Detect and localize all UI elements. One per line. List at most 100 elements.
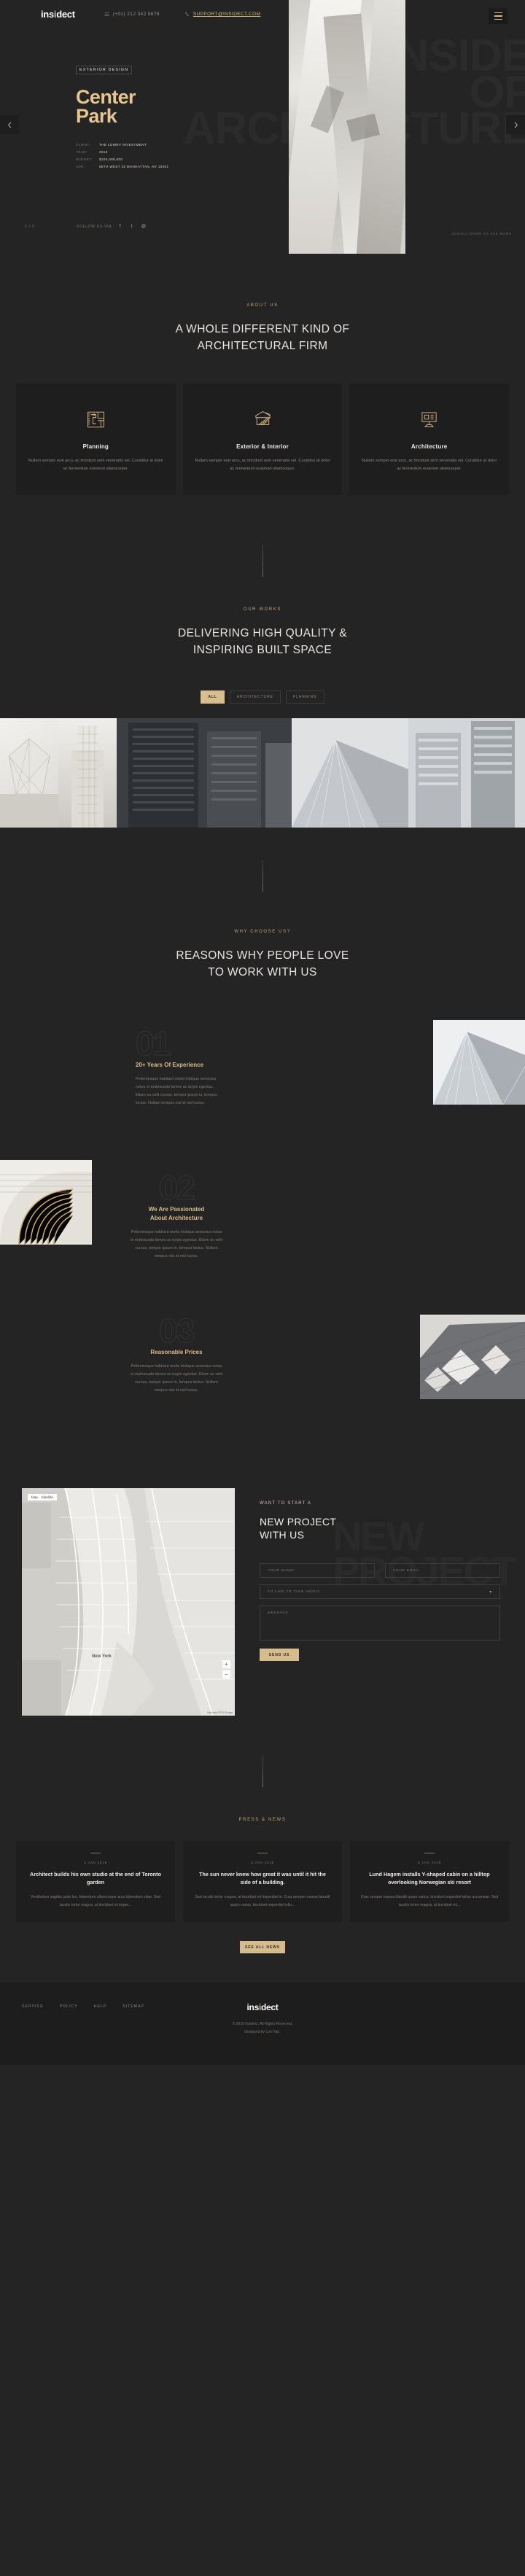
works-filter-architecture[interactable]: ARCHITECTURE (229, 690, 281, 704)
press-card-body: Sed iaculis tortor magna, at tincidunt m… (195, 1895, 330, 1907)
logo[interactable]: insidect (41, 9, 75, 20)
press-card-body: Cras semper massa blandit quam varius, t… (360, 1895, 499, 1907)
section-divider (262, 860, 263, 892)
why-item-title: 20+ Years Of Experience (136, 1062, 204, 1068)
hero-category-badge: EXTERIOR DESIGN (76, 66, 133, 74)
why-eyebrow: WHY CHOOSE US? (234, 930, 291, 934)
gallery-item[interactable] (0, 718, 58, 828)
map-zoom-in-button[interactable]: + (222, 1660, 230, 1668)
location-map[interactable]: New York Map Satellite + − Map data ©201… (22, 1488, 235, 1716)
footer-designer-text: Designed by Lee Hari. (244, 2030, 281, 2034)
page-root: insidect (+01) 212 342 5678 SUPPORT@INSI… (0, 0, 525, 2065)
gallery-item[interactable] (58, 718, 117, 828)
map-zoom-out-button[interactable]: − (222, 1670, 230, 1678)
hero-meta-row: ADD: 55TH WEST 32 MANHATTAN, NY 10001 (76, 163, 168, 171)
press-card-title: Architect builds his own studio at the e… (30, 1871, 161, 1886)
footer-copyright-text: © 2018 Insidect. All Rights Reserved. (232, 2022, 293, 2026)
why-item-title-line2: About Architecture (149, 1215, 203, 1221)
gallery-item[interactable] (117, 718, 292, 828)
hero-meta-key: CLIENT: (76, 143, 90, 147)
service-card-title: Planning (82, 443, 109, 450)
email-input[interactable]: YOUR EMAIL (385, 1563, 500, 1578)
section-divider (262, 545, 263, 577)
press-card-date: 3 JAN 2018 (83, 1861, 107, 1864)
press-card[interactable]: 3 JAN 2018 Architect builds his own stud… (16, 1841, 175, 1922)
why-item-content: 01 20+ Years Of Experience Pellentesque … (136, 1027, 223, 1108)
service-card[interactable]: 01 Planning Nullam semper erat arcu, ac … (16, 384, 176, 495)
why-item-image (420, 1315, 525, 1399)
name-input[interactable]: YOUR NAME* (260, 1563, 375, 1578)
chevron-right-icon (514, 121, 518, 128)
hero-meta-key: YEAR: (76, 150, 88, 154)
topic-select[interactable]: TO LIKE TO TAKE ABOUT: ▾ (260, 1584, 500, 1599)
message-textarea[interactable]: MESSAGE (260, 1606, 500, 1641)
why-item-number: 03 (159, 1312, 195, 1350)
header-phone[interactable]: (+01) 212 342 5678 (104, 12, 160, 17)
press-card-title: The sun never knew how great it was unti… (199, 1871, 326, 1886)
follow-label: FOLLOW US VIA (77, 225, 112, 229)
interior-icon (193, 404, 332, 435)
hero-slide-counter: 2 / 3 (25, 225, 35, 229)
contact-title: NEW PROJECT WITH US (260, 1515, 500, 1541)
works-filter-planning[interactable]: PLANNING (285, 690, 324, 704)
send-button[interactable]: SEND US (260, 1649, 299, 1661)
map-type-satellite[interactable]: Satellite (42, 1495, 53, 1499)
works-filter-all[interactable]: ALL (201, 690, 225, 704)
hero-meta-value: THE LOWRY INVESTMENT (99, 143, 147, 147)
header-email[interactable]: SUPPORT@INSIDECT.COM (184, 12, 261, 17)
menu-icon-bar (494, 18, 502, 20)
contact-form-block: NEW PROJECT WANT TO START A NEW PROJECT … (260, 1501, 516, 1661)
why-item-content: 02 We Are Passionated About Architecture… (130, 1169, 223, 1261)
hero-content: EXTERIOR DESIGN Center Park CLIENT: THE … (76, 61, 168, 171)
menu-icon-bar (494, 12, 502, 14)
topic-select-value: TO LIKE TO TAKE ABOUT: (268, 1589, 322, 1594)
twitter-icon[interactable]: t (129, 224, 135, 230)
why-item-number: 02 (159, 1169, 195, 1207)
footer-copyright: © 2018 Insidect. All Rights Reserved. De… (0, 2020, 525, 2036)
contact-eyebrow: WANT TO START A (260, 1501, 312, 1506)
map-type-chip[interactable]: Map Satellite (28, 1494, 57, 1501)
map-type-map[interactable]: Map (31, 1495, 38, 1499)
why-item-title: We Are Passionated About Architecture (130, 1205, 223, 1223)
gallery-item[interactable] (408, 718, 525, 828)
works-title-line1: DELIVERING HIGH QUALITY & (178, 627, 347, 639)
instagram-icon[interactable]: @ (141, 224, 147, 230)
gallery-item[interactable] (292, 718, 408, 828)
service-card[interactable]: 02 Exterior & Interior Nullam semper era… (182, 384, 343, 495)
why-item: 03 Reasonable Prices Pellentesque habita… (0, 1306, 525, 1452)
press-card[interactable]: 8 JAN 2018 Lund Hagem installs Y-shaped … (350, 1841, 509, 1922)
menu-button[interactable] (489, 8, 508, 24)
hero-meta-row: YEAR: 2018 (76, 149, 168, 156)
why-item-title-line1: We Are Passionated (148, 1206, 205, 1213)
site-footer: SERVICE POLICY HELP SITEMAP insidect © 2… (0, 1982, 525, 2065)
press-card-body: Vestibulum sagittis justo leo, bibendum … (30, 1895, 161, 1907)
why-item-text: Pellentesque habitant morbi tristique se… (130, 1230, 223, 1258)
hero-meta-row: BUDGET: $100,000,000 (76, 156, 168, 163)
why-title-line2: TO WORK WITH US (208, 966, 317, 978)
see-all-news-button[interactable]: SEE ALL NEWS (240, 1941, 285, 1953)
contact-title-line1: NEW PROJECT (260, 1516, 337, 1528)
facebook-icon[interactable]: f (117, 224, 123, 230)
about-title: A WHOLE DIFFERENT KIND OF ARCHITECTURAL … (0, 321, 525, 354)
section-divider (262, 1755, 263, 1787)
service-card-title: Architecture (411, 443, 448, 450)
footer-logo[interactable]: insidect (0, 2002, 525, 2012)
hero-image (289, 0, 405, 254)
press-card[interactable]: 3 JAN 2018 The sun never knew how great … (183, 1841, 342, 1922)
about-section: ABOUT US A WHOLE DIFFERENT KIND OF ARCHI… (0, 257, 525, 495)
hero-title-line1: Center (76, 86, 136, 108)
hero-title: Center Park (76, 86, 168, 126)
hero-next-button[interactable] (506, 115, 525, 134)
hero-prev-button[interactable] (0, 115, 19, 134)
logo-text-post: dect (56, 8, 75, 20)
site-header: insidect (+01) 212 342 5678 SUPPORT@INSI… (0, 0, 525, 28)
why-item-title: Reasonable Prices (150, 1349, 203, 1355)
header-email-link[interactable]: SUPPORT@INSIDECT.COM (193, 12, 261, 17)
footer-logo-pre: ins (246, 2002, 260, 2012)
why-item-content: 03 Reasonable Prices Pellentesque habita… (130, 1312, 223, 1395)
press-card-title: Lund Hagem installs Y-shaped cabin on a … (369, 1871, 490, 1886)
why-item-image (433, 1020, 525, 1105)
why-title-line1: REASONS WHY PEOPLE LOVE (176, 949, 349, 962)
service-card[interactable]: 03 Architecture Nullam semper erat arcu,… (349, 384, 510, 495)
press-eyebrow: PRESS & NEWS (238, 1818, 287, 1822)
